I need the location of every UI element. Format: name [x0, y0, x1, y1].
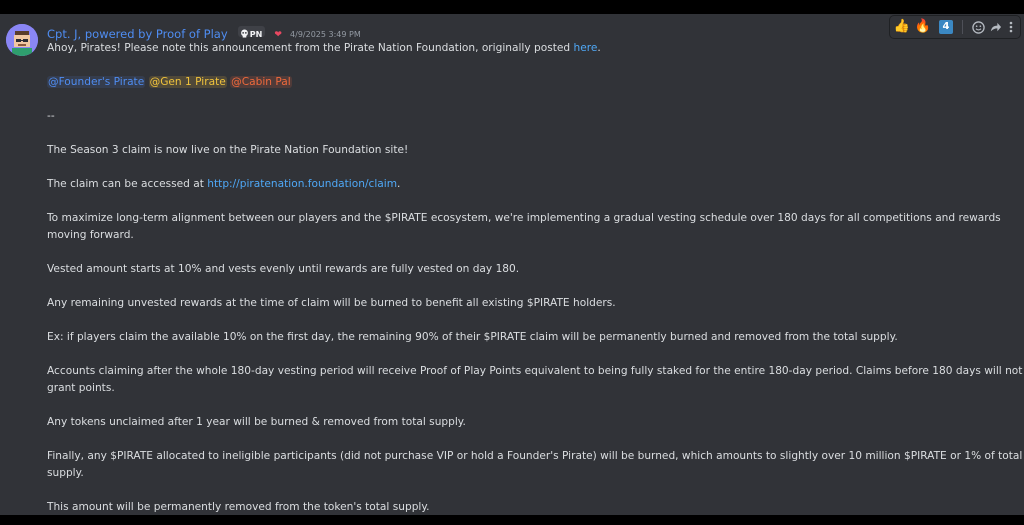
greeting-end: . — [597, 42, 601, 54]
reply-button[interactable] — [987, 19, 1003, 35]
heart-icon: ❤ — [274, 30, 282, 40]
add-reaction-icon — [971, 20, 985, 34]
author-name[interactable]: Cpt. J, powered by Proof of Play — [47, 27, 228, 41]
paragraph-vesting-schedule: To maximize long-term alignment between … — [47, 212, 1001, 241]
claim-url-link[interactable]: http://piratenation.foundation/claim — [207, 178, 397, 190]
message-timestamp[interactable]: 4/9/2025 3:49 PM — [290, 30, 361, 39]
mention-gen-1-pirate[interactable]: @Gen 1 Pirate — [148, 76, 227, 88]
thumbs-up-reaction-button[interactable]: 👍 — [894, 19, 910, 35]
claim-link-suffix: . — [397, 178, 401, 190]
greeting-text: Ahoy, Pirates! Please note this announce… — [47, 42, 574, 54]
paragraph-vested-amount: Vested amount starts at 10% and vests ev… — [47, 263, 520, 275]
original-post-link[interactable]: here — [574, 42, 598, 54]
fire-icon: 🔥 — [914, 19, 932, 34]
more-icon — [1009, 21, 1013, 33]
divider-text: -- — [47, 110, 55, 122]
mention-cabin-pal[interactable]: @Cabin Pal — [230, 76, 292, 88]
paragraph-example: Ex: if players claim the available 10% o… — [47, 331, 898, 343]
paragraph-removed: This amount will be permanently removed … — [47, 501, 430, 513]
greeting-paragraph: Ahoy, Pirates! Please note this announce… — [47, 40, 1024, 57]
message-header: Cpt. J, powered by Proof of Play PN ❤ 4/… — [47, 23, 361, 41]
keycap-4-icon: 4 — [939, 20, 953, 34]
reply-icon — [990, 22, 1001, 31]
role-mentions: @Founder's Pirate @Gen 1 Pirate @Cabin P… — [47, 74, 1024, 91]
keycap-4-reaction-button[interactable]: 4 — [938, 19, 954, 35]
mention-founders-pirate[interactable]: @Founder's Pirate — [47, 76, 146, 88]
paragraph-points: Accounts claiming after the whole 180-da… — [47, 365, 1023, 394]
message-hover-actions: 👍 🔥 4 — [890, 16, 1020, 38]
server-tag[interactable]: PN — [237, 26, 266, 39]
pirate-avatar-icon — [6, 24, 38, 56]
paragraph-unvested-burn: Any remaining unvested rewards at the ti… — [47, 297, 616, 309]
actions-divider — [962, 20, 963, 34]
fire-reaction-button[interactable]: 🔥 — [915, 19, 931, 35]
more-options-button[interactable] — [1004, 19, 1018, 35]
paragraph-claim-link: The claim can be accessed at http://pira… — [47, 176, 1024, 193]
message-content: Ahoy, Pirates! Please note this announce… — [47, 40, 1024, 515]
paragraph-ineligible: Finally, any $PIRATE allocated to inelig… — [47, 450, 1023, 479]
thumbs-up-icon: 👍 — [893, 19, 911, 34]
paragraph-unclaimed: Any tokens unclaimed after 1 year will b… — [47, 416, 466, 428]
server-tag-label: PN — [249, 30, 263, 39]
paragraph-season-claim: The Season 3 claim is now live on the Pi… — [47, 144, 409, 156]
claim-link-prefix: The claim can be accessed at — [47, 178, 208, 190]
skull-icon — [240, 29, 248, 38]
message-view: Cpt. J, powered by Proof of Play PN ❤ 4/… — [0, 14, 1024, 515]
add-reaction-button[interactable] — [970, 19, 986, 35]
author-avatar[interactable] — [6, 24, 38, 56]
